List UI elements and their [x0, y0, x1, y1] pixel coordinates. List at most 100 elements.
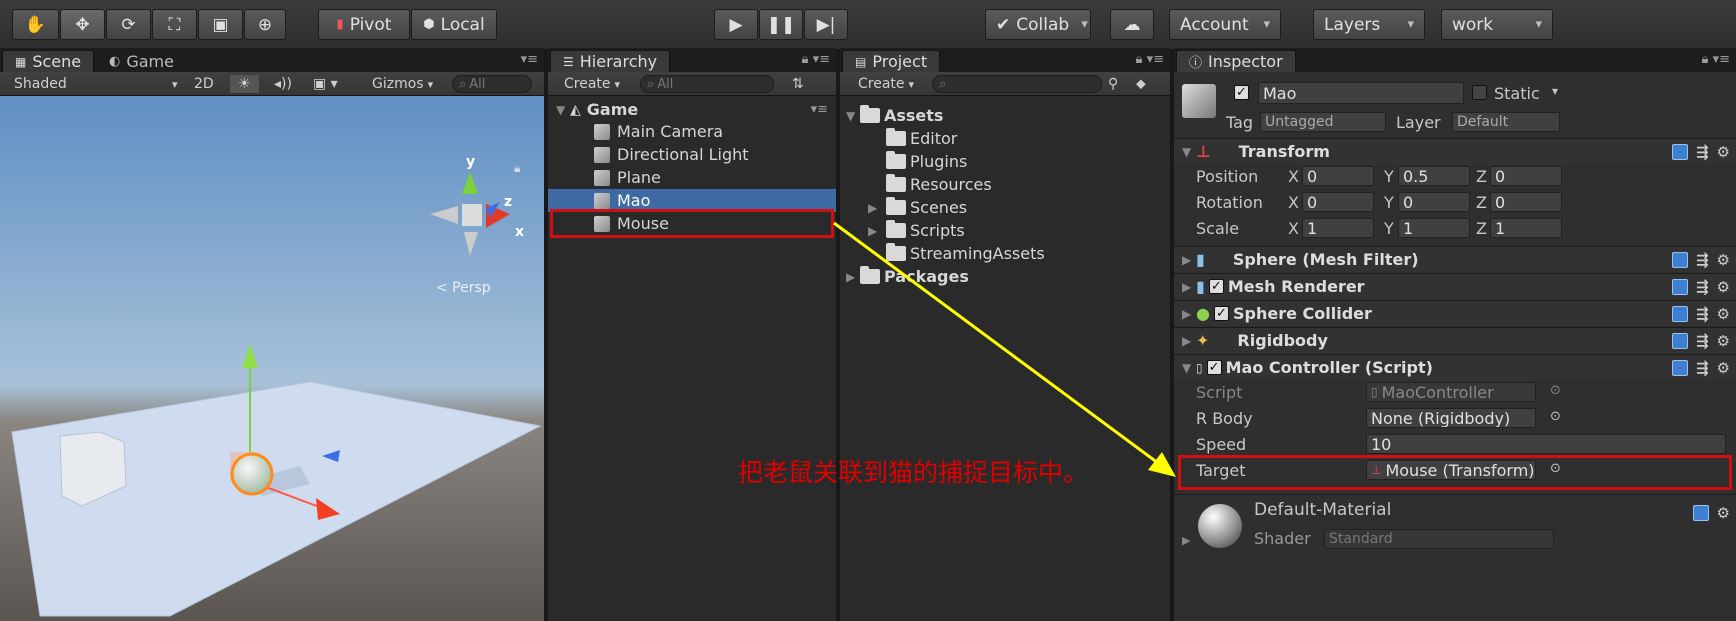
script-component-header[interactable]: ▼ ▯ ✓ Mao Controller (Script) ⇶ ⚙ [1174, 354, 1736, 380]
layer-dropdown[interactable]: Default [1452, 112, 1560, 132]
object-picker-icon[interactable]: ⊙ [1550, 383, 1561, 398]
local-button[interactable]: ⬢ Local [411, 9, 497, 40]
step-button[interactable]: ▶| [804, 9, 848, 40]
project-folder[interactable]: Editor [840, 127, 1170, 150]
help-icon[interactable] [1671, 305, 1688, 322]
sphere-collider-header[interactable]: ▶ ● ✓ Sphere Collider ⇶ ⚙ [1174, 300, 1736, 326]
rbody-field[interactable]: None (Rigidbody) [1366, 408, 1536, 428]
mode-2d-toggle[interactable]: 2D [194, 75, 214, 93]
sort-button[interactable]: ⇅ [792, 75, 804, 93]
help-icon[interactable] [1671, 143, 1688, 160]
scale-z-field[interactable]: 1 [1490, 218, 1562, 238]
scale-x-field[interactable]: 1 [1302, 218, 1374, 238]
help-icon[interactable] [1692, 505, 1709, 521]
scale-tool-button[interactable]: ⛶ [152, 9, 197, 40]
gear-icon[interactable]: ⚙ [1717, 143, 1730, 161]
preset-icon[interactable]: ⇶ [1696, 359, 1709, 377]
audio-toggle[interactable]: ◂)) [274, 75, 292, 93]
enabled-checkbox[interactable]: ✓ [1206, 360, 1222, 375]
help-icon[interactable] [1671, 251, 1688, 268]
cloud-button[interactable]: ☁ [1110, 9, 1154, 40]
speed-field[interactable]: 10 [1366, 434, 1726, 454]
collapsed-arrow-icon[interactable]: ▶ [1182, 534, 1190, 547]
layers-dropdown[interactable]: Layers [1313, 9, 1425, 40]
rotate-tool-button[interactable]: ⟳ [106, 9, 151, 40]
hand-tool-button[interactable]: ✋ [12, 9, 59, 40]
hierarchy-create-dropdown[interactable]: Create ▾ [564, 75, 620, 93]
shading-mode-dropdown[interactable]: Shaded [14, 75, 67, 93]
account-dropdown[interactable]: Account [1169, 9, 1281, 40]
help-icon[interactable] [1671, 332, 1688, 349]
gear-icon[interactable]: ⚙ [1717, 504, 1730, 522]
enabled-checkbox[interactable]: ✓ [1208, 279, 1224, 294]
packages-folder-row[interactable]: ▶ Packages [840, 265, 1170, 288]
tab-project[interactable]: ▤ Project [842, 50, 941, 72]
tab-inspector[interactable]: ⓘ Inspector [1176, 50, 1296, 72]
object-picker-icon[interactable]: ⊙ [1550, 409, 1561, 424]
gear-icon[interactable]: ⚙ [1717, 278, 1730, 296]
help-icon[interactable] [1671, 278, 1688, 295]
tab-hierarchy[interactable]: ☰ Hierarchy [550, 50, 671, 72]
hierarchy-item[interactable]: Main Camera [548, 120, 836, 143]
preset-icon[interactable]: ⇶ [1696, 251, 1709, 269]
pause-button[interactable]: ❚❚ [759, 9, 803, 40]
project-folder[interactable]: StreamingAssets [840, 242, 1170, 265]
preset-icon[interactable]: ⇶ [1696, 278, 1709, 296]
mao-sphere[interactable] [230, 452, 274, 496]
scale-y-field[interactable]: 1 [1398, 218, 1470, 238]
move-tool-button[interactable]: ✥ [60, 9, 105, 40]
position-z-field[interactable]: 0 [1490, 166, 1562, 186]
lighting-toggle[interactable]: ☀ [230, 75, 259, 93]
active-checkbox[interactable]: ✓ [1234, 85, 1249, 100]
panel-menu-icon[interactable]: 🔒︎ ▾≡ [1136, 52, 1164, 67]
panel-menu-icon[interactable]: 🔒︎ ▾≡ [802, 52, 830, 67]
help-icon[interactable] [1671, 359, 1688, 376]
project-create-dropdown[interactable]: Create ▾ [858, 75, 914, 93]
object-name-field[interactable]: Mao [1258, 82, 1464, 104]
transform-header[interactable]: ▼ ⊥ Transform ⇶ ⚙ [1174, 138, 1736, 164]
assets-folder-row[interactable]: ▼ Assets [840, 104, 1170, 127]
play-button[interactable]: ▶ [714, 9, 758, 40]
hierarchy-item[interactable]: Plane [548, 166, 836, 189]
mesh-renderer-header[interactable]: ▶ ▮ ✓ Mesh Renderer ⇶ ⚙ [1174, 273, 1736, 299]
tab-game[interactable]: ◐ Game [96, 50, 187, 72]
static-checkbox[interactable] [1472, 85, 1487, 100]
rotation-y-field[interactable]: 0 [1398, 192, 1470, 212]
tab-scene[interactable]: ▦ Scene [2, 50, 95, 72]
chevron-down-icon[interactable]: ▾ [1552, 84, 1558, 98]
lock-icon[interactable]: 🔒︎ [514, 161, 520, 175]
project-folder[interactable]: Plugins [840, 150, 1170, 173]
preset-icon[interactable]: ⇶ [1696, 143, 1709, 161]
project-folder[interactable]: Resources [840, 173, 1170, 196]
rect-tool-button[interactable]: ▣ [198, 9, 243, 40]
scene-root-row[interactable]: ▼ ◭ Game ▾≡ [548, 98, 836, 121]
rigidbody-header[interactable]: ▶ ✦ Rigidbody ⇶ ⚙ [1174, 327, 1736, 353]
position-y-field[interactable]: 0.5 [1398, 166, 1470, 186]
gear-icon[interactable]: ⚙ [1717, 359, 1730, 377]
persp-label[interactable]: < Persp [436, 280, 491, 296]
preset-icon[interactable]: ⇶ [1696, 305, 1709, 323]
object-picker-icon[interactable]: ⊙ [1550, 461, 1561, 476]
rotation-x-field[interactable]: 0 [1302, 192, 1374, 212]
gear-icon[interactable]: ⚙ [1717, 251, 1730, 269]
gizmos-dropdown[interactable]: Gizmos ▾ [372, 75, 433, 93]
transform-tool-button[interactable]: ⊕ [244, 9, 286, 40]
panel-menu-icon[interactable]: ▾≡ [521, 52, 538, 67]
filter-type-button[interactable]: ⚲ [1108, 75, 1118, 93]
mesh-filter-header[interactable]: ▶ ▮ Sphere (Mesh Filter) ⇶ ⚙ [1174, 246, 1736, 272]
scene-viewport[interactable]: y z x < Persp 🔒︎ [0, 96, 544, 621]
layout-dropdown[interactable]: work [1441, 9, 1553, 40]
hierarchy-search-input[interactable]: ⌕ All [640, 75, 774, 93]
effects-toggle[interactable]: ▣ ▾ [313, 75, 338, 93]
target-field[interactable]: ⊥ Mouse (Transform) [1366, 460, 1536, 480]
filter-label-button[interactable]: ⬥ [1136, 75, 1146, 93]
rotation-z-field[interactable]: 0 [1490, 192, 1562, 212]
scene-search-input[interactable]: ⌕ All [452, 75, 532, 93]
preset-icon[interactable]: ⇶ [1696, 332, 1709, 350]
project-folder[interactable]: ▶ Scripts [840, 219, 1170, 242]
position-x-field[interactable]: 0 [1302, 166, 1374, 186]
collab-dropdown[interactable]: ✔ Collab [985, 9, 1091, 40]
enabled-checkbox[interactable]: ✓ [1213, 306, 1229, 321]
panel-menu-icon[interactable]: 🔒︎ ▾≡ [1702, 52, 1730, 67]
hierarchy-item[interactable]: Directional Light [548, 143, 836, 166]
